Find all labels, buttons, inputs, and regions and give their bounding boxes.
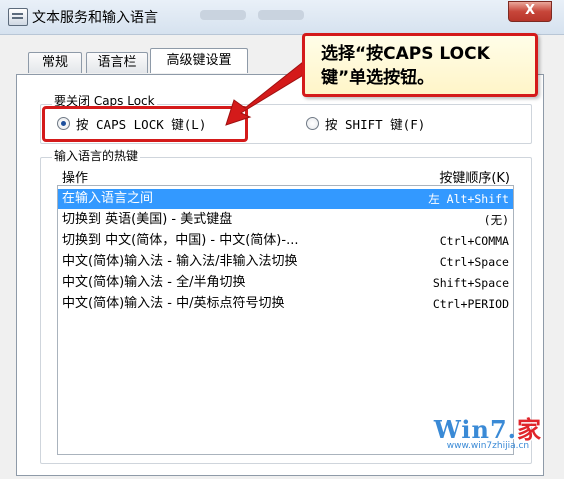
blurred-title-area bbox=[200, 10, 246, 20]
list-item[interactable]: 中文(简体)输入法 - 中/英标点符号切换 Ctrl+PERIOD bbox=[58, 294, 513, 314]
annotation-highlight-box bbox=[42, 106, 248, 142]
shift-key-radio[interactable]: 按 SHIFT 键(F) bbox=[306, 114, 425, 133]
radio-unselected-icon bbox=[306, 117, 319, 130]
tab-advanced-key-settings[interactable]: 高级键设置 bbox=[150, 48, 248, 73]
window-title: 文本服务和输入语言 bbox=[32, 10, 158, 26]
callout-text: 选择“按CAPS LOCK键”单选按钮。 bbox=[321, 44, 490, 88]
keyboard-app-icon bbox=[8, 8, 28, 26]
hotkeys-group-label: 输入语言的热键 bbox=[52, 147, 141, 164]
hotkeys-list-header: 操作 按键顺序(K) bbox=[62, 167, 512, 186]
list-item[interactable]: 切换到 中文(简体，中国) - 中文(简体)-... Ctrl+COMMA bbox=[58, 231, 513, 251]
tab-general[interactable]: 常规 bbox=[28, 52, 82, 73]
blurred-title-area bbox=[258, 10, 304, 20]
tab-language-bar[interactable]: 语言栏 bbox=[86, 52, 148, 73]
column-header-key-sequence: 按键顺序(K) bbox=[439, 171, 510, 186]
list-item[interactable]: 在输入语言之间 左 Alt+Shift bbox=[58, 189, 513, 209]
list-item[interactable]: 切换到 英语(美国) - 美式键盘 (无) bbox=[58, 210, 513, 230]
instruction-callout: 选择“按CAPS LOCK键”单选按钮。 bbox=[302, 33, 538, 97]
watermark-url: www.win7zhijia.cn bbox=[446, 441, 530, 451]
title-bar: 文本服务和输入语言 X bbox=[0, 0, 564, 35]
list-item[interactable]: 中文(简体)输入法 - 输入法/非输入法切换 Ctrl+Space bbox=[58, 252, 513, 272]
close-button[interactable]: X bbox=[508, 1, 552, 22]
site-watermark-logo: Win7.家 www.win7zhijia.cn bbox=[433, 415, 542, 451]
column-header-operation: 操作 bbox=[62, 171, 89, 186]
list-item[interactable]: 中文(简体)输入法 - 全/半角切换 Shift+Space bbox=[58, 273, 513, 293]
shift-key-label: 按 SHIFT 键(F) bbox=[325, 117, 426, 132]
close-icon: X bbox=[524, 3, 536, 18]
